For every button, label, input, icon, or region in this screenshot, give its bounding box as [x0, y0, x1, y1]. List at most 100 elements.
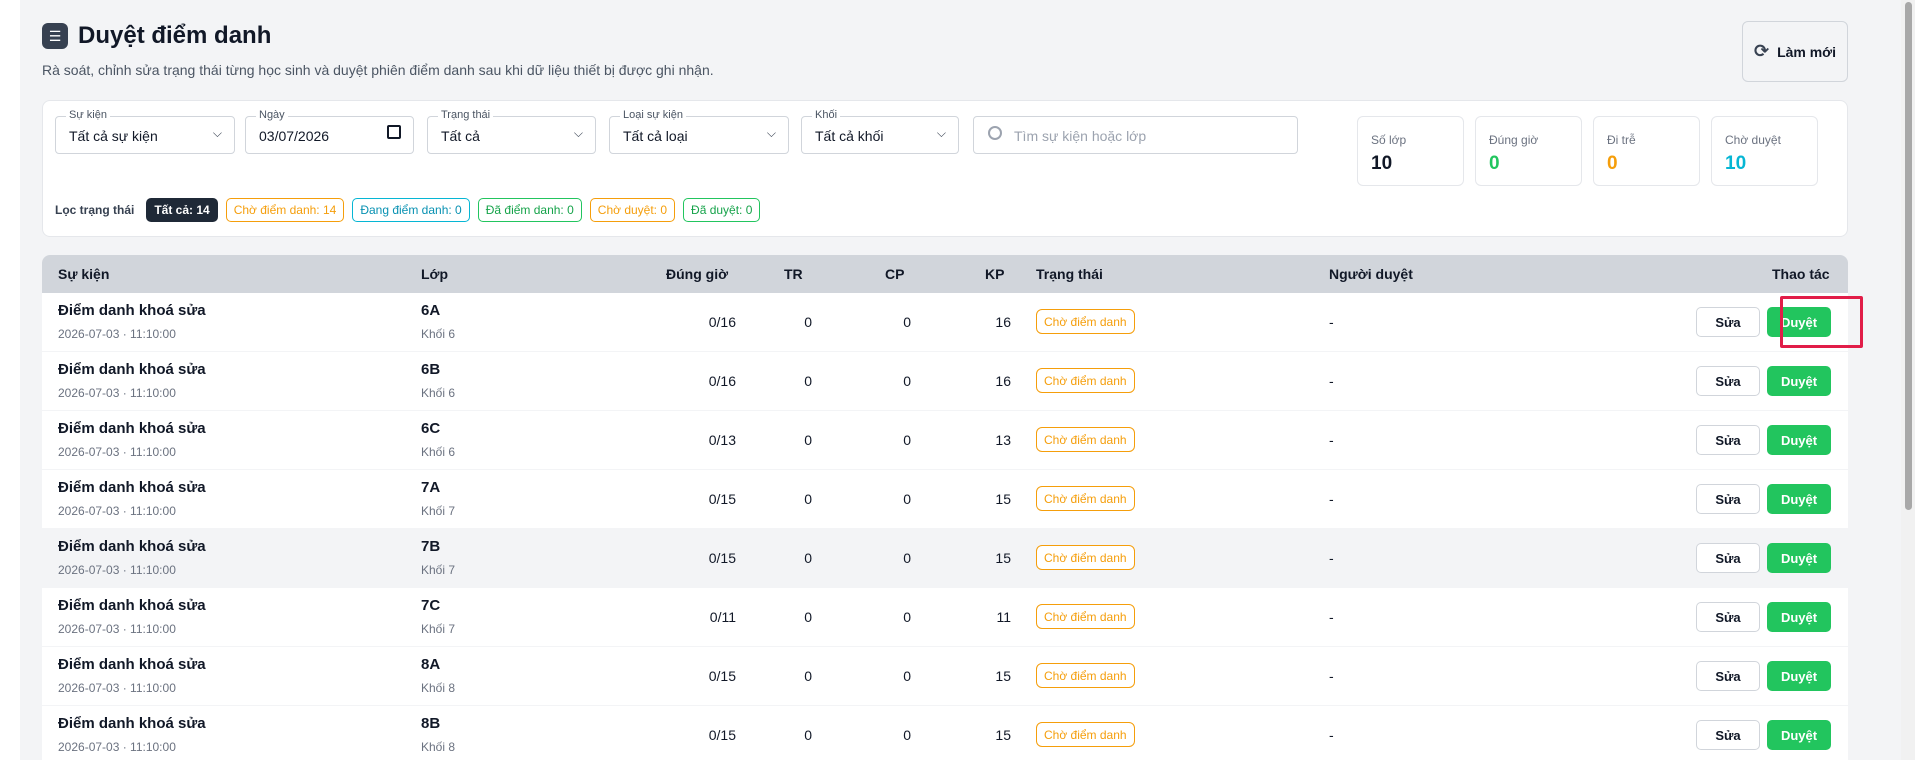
on-time-count: 0/15 [708, 727, 736, 743]
event-select[interactable]: Sự kiện Tất cả sự kiện ⌵ [55, 109, 235, 154]
status-select-value: Tất cả [441, 128, 480, 144]
stat-value: 10 [1725, 153, 1747, 174]
search-input[interactable]: Tìm sự kiện hoặc lớp [973, 116, 1298, 154]
refresh-label: Làm mới [1777, 43, 1837, 60]
kp-count: 13 [995, 432, 1011, 448]
chip-in-progress[interactable]: Đang điểm danh: 0 [352, 198, 470, 222]
page-subtitle: Rà soát, chỉnh sửa trạng thái từng học s… [42, 62, 714, 78]
cp-count: 0 [903, 314, 911, 330]
class-name: 7B [421, 538, 441, 555]
status-filter-label: Lọc trạng thái [55, 203, 135, 217]
edit-button[interactable]: Sửa [1696, 425, 1760, 455]
chevron-down-icon: ⌵ [766, 126, 776, 140]
event-type-select-value: Tất cả loại [623, 128, 688, 144]
table-row: Điểm danh khoá sửa 2026-07-03 · 11:10:00 7… [42, 588, 1848, 647]
on-time-count: 0/15 [708, 668, 736, 684]
stat-label: Số lớp [1371, 133, 1407, 147]
class-grade: Khối 7 [421, 622, 456, 636]
event-select-value: Tất cả sự kiện [69, 128, 158, 144]
date-field[interactable]: Ngày 03/07/2026 [245, 109, 414, 154]
stat-value: 0 [1489, 153, 1500, 174]
on-time-count: 0/16 [708, 314, 736, 330]
table-row: Điểm danh khoá sửa 2026-07-03 · 11:10:00 6… [42, 293, 1848, 352]
chip-attended[interactable]: Đã điểm danh: 0 [477, 198, 582, 222]
reviewer-name: - [1329, 432, 1334, 448]
filter-panel: Sự kiện Tất cả sự kiện ⌵ Ngày 03/07/2026… [42, 100, 1848, 237]
table-row: Điểm danh khoá sửa 2026-07-03 · 11:10:00 8… [42, 647, 1848, 706]
on-time-count: 0/15 [708, 550, 736, 566]
edit-button[interactable]: Sửa [1696, 543, 1760, 573]
event-type-select[interactable]: Loại sự kiện Tất cả loại ⌵ [609, 109, 789, 154]
search-placeholder: Tìm sự kiện hoặc lớp [1014, 128, 1147, 144]
column-header-cp: CP [885, 266, 905, 282]
stat-card-pending: Chờ duyệt 10 [1711, 116, 1818, 186]
event-name: Điểm danh khoá sửa [58, 479, 206, 496]
page: ☰ Duyệt điểm danh Rà soát, chỉnh sửa trạ… [20, 0, 1915, 760]
on-time-count: 0/13 [708, 432, 736, 448]
chip-all[interactable]: Tất cả: 14 [146, 198, 218, 222]
edit-button[interactable]: Sửa [1696, 602, 1760, 632]
table-row: Điểm danh khoá sửa 2026-07-03 · 11:10:00 6… [42, 411, 1848, 470]
event-date: 2026-07-03 · 11:10:00 [58, 681, 176, 695]
edit-button[interactable]: Sửa [1696, 661, 1760, 691]
class-name: 6C [421, 420, 441, 437]
approve-button[interactable]: Duyệt [1767, 661, 1831, 691]
edit-button[interactable]: Sửa [1696, 484, 1760, 514]
status-badge: Chờ điểm danh [1036, 368, 1135, 393]
tr-count: 0 [804, 314, 812, 330]
refresh-button[interactable]: ⟳ Làm mới [1742, 21, 1848, 82]
event-name: Điểm danh khoá sửa [58, 302, 206, 319]
reviewer-name: - [1329, 491, 1334, 507]
kp-count: 16 [995, 373, 1011, 389]
cp-count: 0 [903, 668, 911, 684]
scrollbar[interactable] [1901, 0, 1915, 760]
status-select[interactable]: Trạng thái Tất cả ⌵ [427, 109, 596, 154]
edit-button[interactable]: Sửa [1696, 720, 1760, 750]
approve-button[interactable]: Duyệt [1767, 366, 1831, 396]
chip-approved[interactable]: Đã duyệt: 0 [683, 198, 761, 222]
column-header-kp: KP [985, 266, 1005, 282]
calendar-icon[interactable] [387, 125, 401, 139]
cp-count: 0 [903, 550, 911, 566]
approve-button[interactable]: Duyệt [1767, 425, 1831, 455]
block-select[interactable]: Khối Tất cả khối ⌵ [801, 109, 959, 154]
chip-pending-review[interactable]: Chờ duyệt: 0 [589, 198, 676, 222]
page-header: ☰ Duyệt điểm danh Rà soát, chỉnh sửa trạ… [42, 22, 714, 78]
kp-count: 15 [995, 668, 1011, 684]
class-name: 6A [421, 302, 441, 319]
approve-button[interactable]: Duyệt [1767, 602, 1831, 632]
cp-count: 0 [903, 432, 911, 448]
class-grade: Khối 8 [421, 681, 456, 695]
stat-card-on-time: Đúng giờ 0 [1475, 116, 1582, 186]
stat-label: Đúng giờ [1489, 133, 1539, 147]
tr-count: 0 [804, 432, 812, 448]
edit-button[interactable]: Sửa [1696, 307, 1760, 337]
stat-label: Đi trễ [1607, 133, 1636, 147]
chip-waiting-attendance[interactable]: Chờ điểm danh: 14 [225, 198, 345, 222]
class-name: 8A [421, 656, 441, 673]
status-badge: Chờ điểm danh [1036, 722, 1135, 747]
class-grade: Khối 6 [421, 445, 456, 459]
scrollbar-thumb[interactable] [1905, 2, 1912, 510]
column-header-on-time: Đúng giờ [666, 266, 729, 282]
edit-button[interactable]: Sửa [1696, 366, 1760, 396]
status-badge: Chờ điểm danh [1036, 545, 1135, 570]
tr-count: 0 [804, 373, 812, 389]
cp-count: 0 [903, 373, 911, 389]
reviewer-name: - [1329, 668, 1334, 684]
event-date: 2026-07-03 · 11:10:00 [58, 445, 176, 459]
stat-value: 10 [1371, 153, 1393, 174]
approve-button[interactable]: Duyệt [1767, 484, 1831, 514]
kp-count: 16 [995, 314, 1011, 330]
event-date: 2026-07-03 · 11:10:00 [58, 327, 176, 341]
status-badge: Chờ điểm danh [1036, 309, 1135, 334]
cp-count: 0 [903, 491, 911, 507]
refresh-icon: ⟳ [1753, 41, 1770, 61]
column-header-event: Sự kiện [58, 266, 110, 282]
on-time-count: 0/15 [708, 491, 736, 507]
approve-button[interactable]: Duyệt [1767, 543, 1831, 573]
approve-button[interactable]: Duyệt [1767, 720, 1831, 750]
status-badge: Chờ điểm danh [1036, 427, 1135, 452]
column-header-class: Lớp [421, 266, 449, 282]
class-name: 6B [421, 361, 441, 378]
